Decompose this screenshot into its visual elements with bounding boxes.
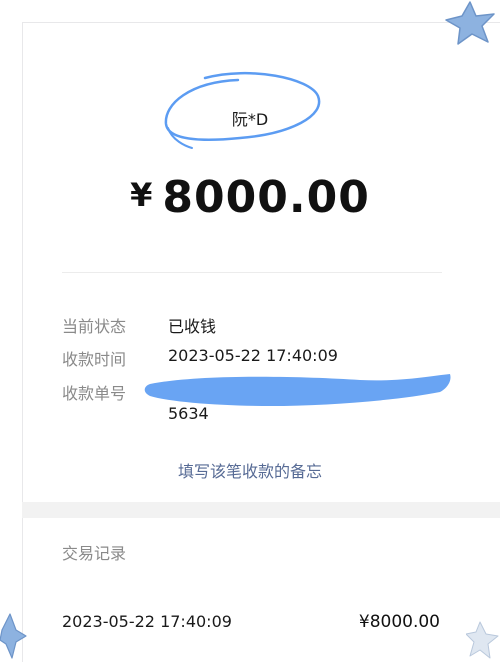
received-amount: ¥8000.00 — [0, 172, 500, 223]
record-amount[interactable]: ¥8000.00 — [359, 612, 440, 632]
payer-name: 阮*D — [231, 110, 269, 129]
currency-symbol: ¥ — [130, 176, 153, 214]
order-number-label: 收款单号 — [62, 384, 127, 403]
time-label: 收款时间 — [62, 350, 127, 369]
status-value: 已收钱 — [168, 317, 217, 336]
divider — [62, 272, 442, 273]
add-note-link[interactable]: 填写该笔收款的备忘 — [0, 458, 500, 482]
receipt-page: 阮*D ¥8000.00 当前状态 已收钱 收款时间 2023-05-22 17… — [0, 0, 500, 662]
record-date[interactable]: 2023-05-22 17:40:09 — [62, 612, 232, 631]
time-value: 2023-05-22 17:40:09 — [168, 346, 338, 365]
amount-value: 8000.00 — [162, 172, 370, 223]
transaction-records-title: 交易记录 — [62, 544, 127, 563]
status-label: 当前状态 — [62, 317, 127, 336]
section-separator — [22, 502, 500, 518]
order-number-tail: 5634 — [168, 404, 209, 423]
